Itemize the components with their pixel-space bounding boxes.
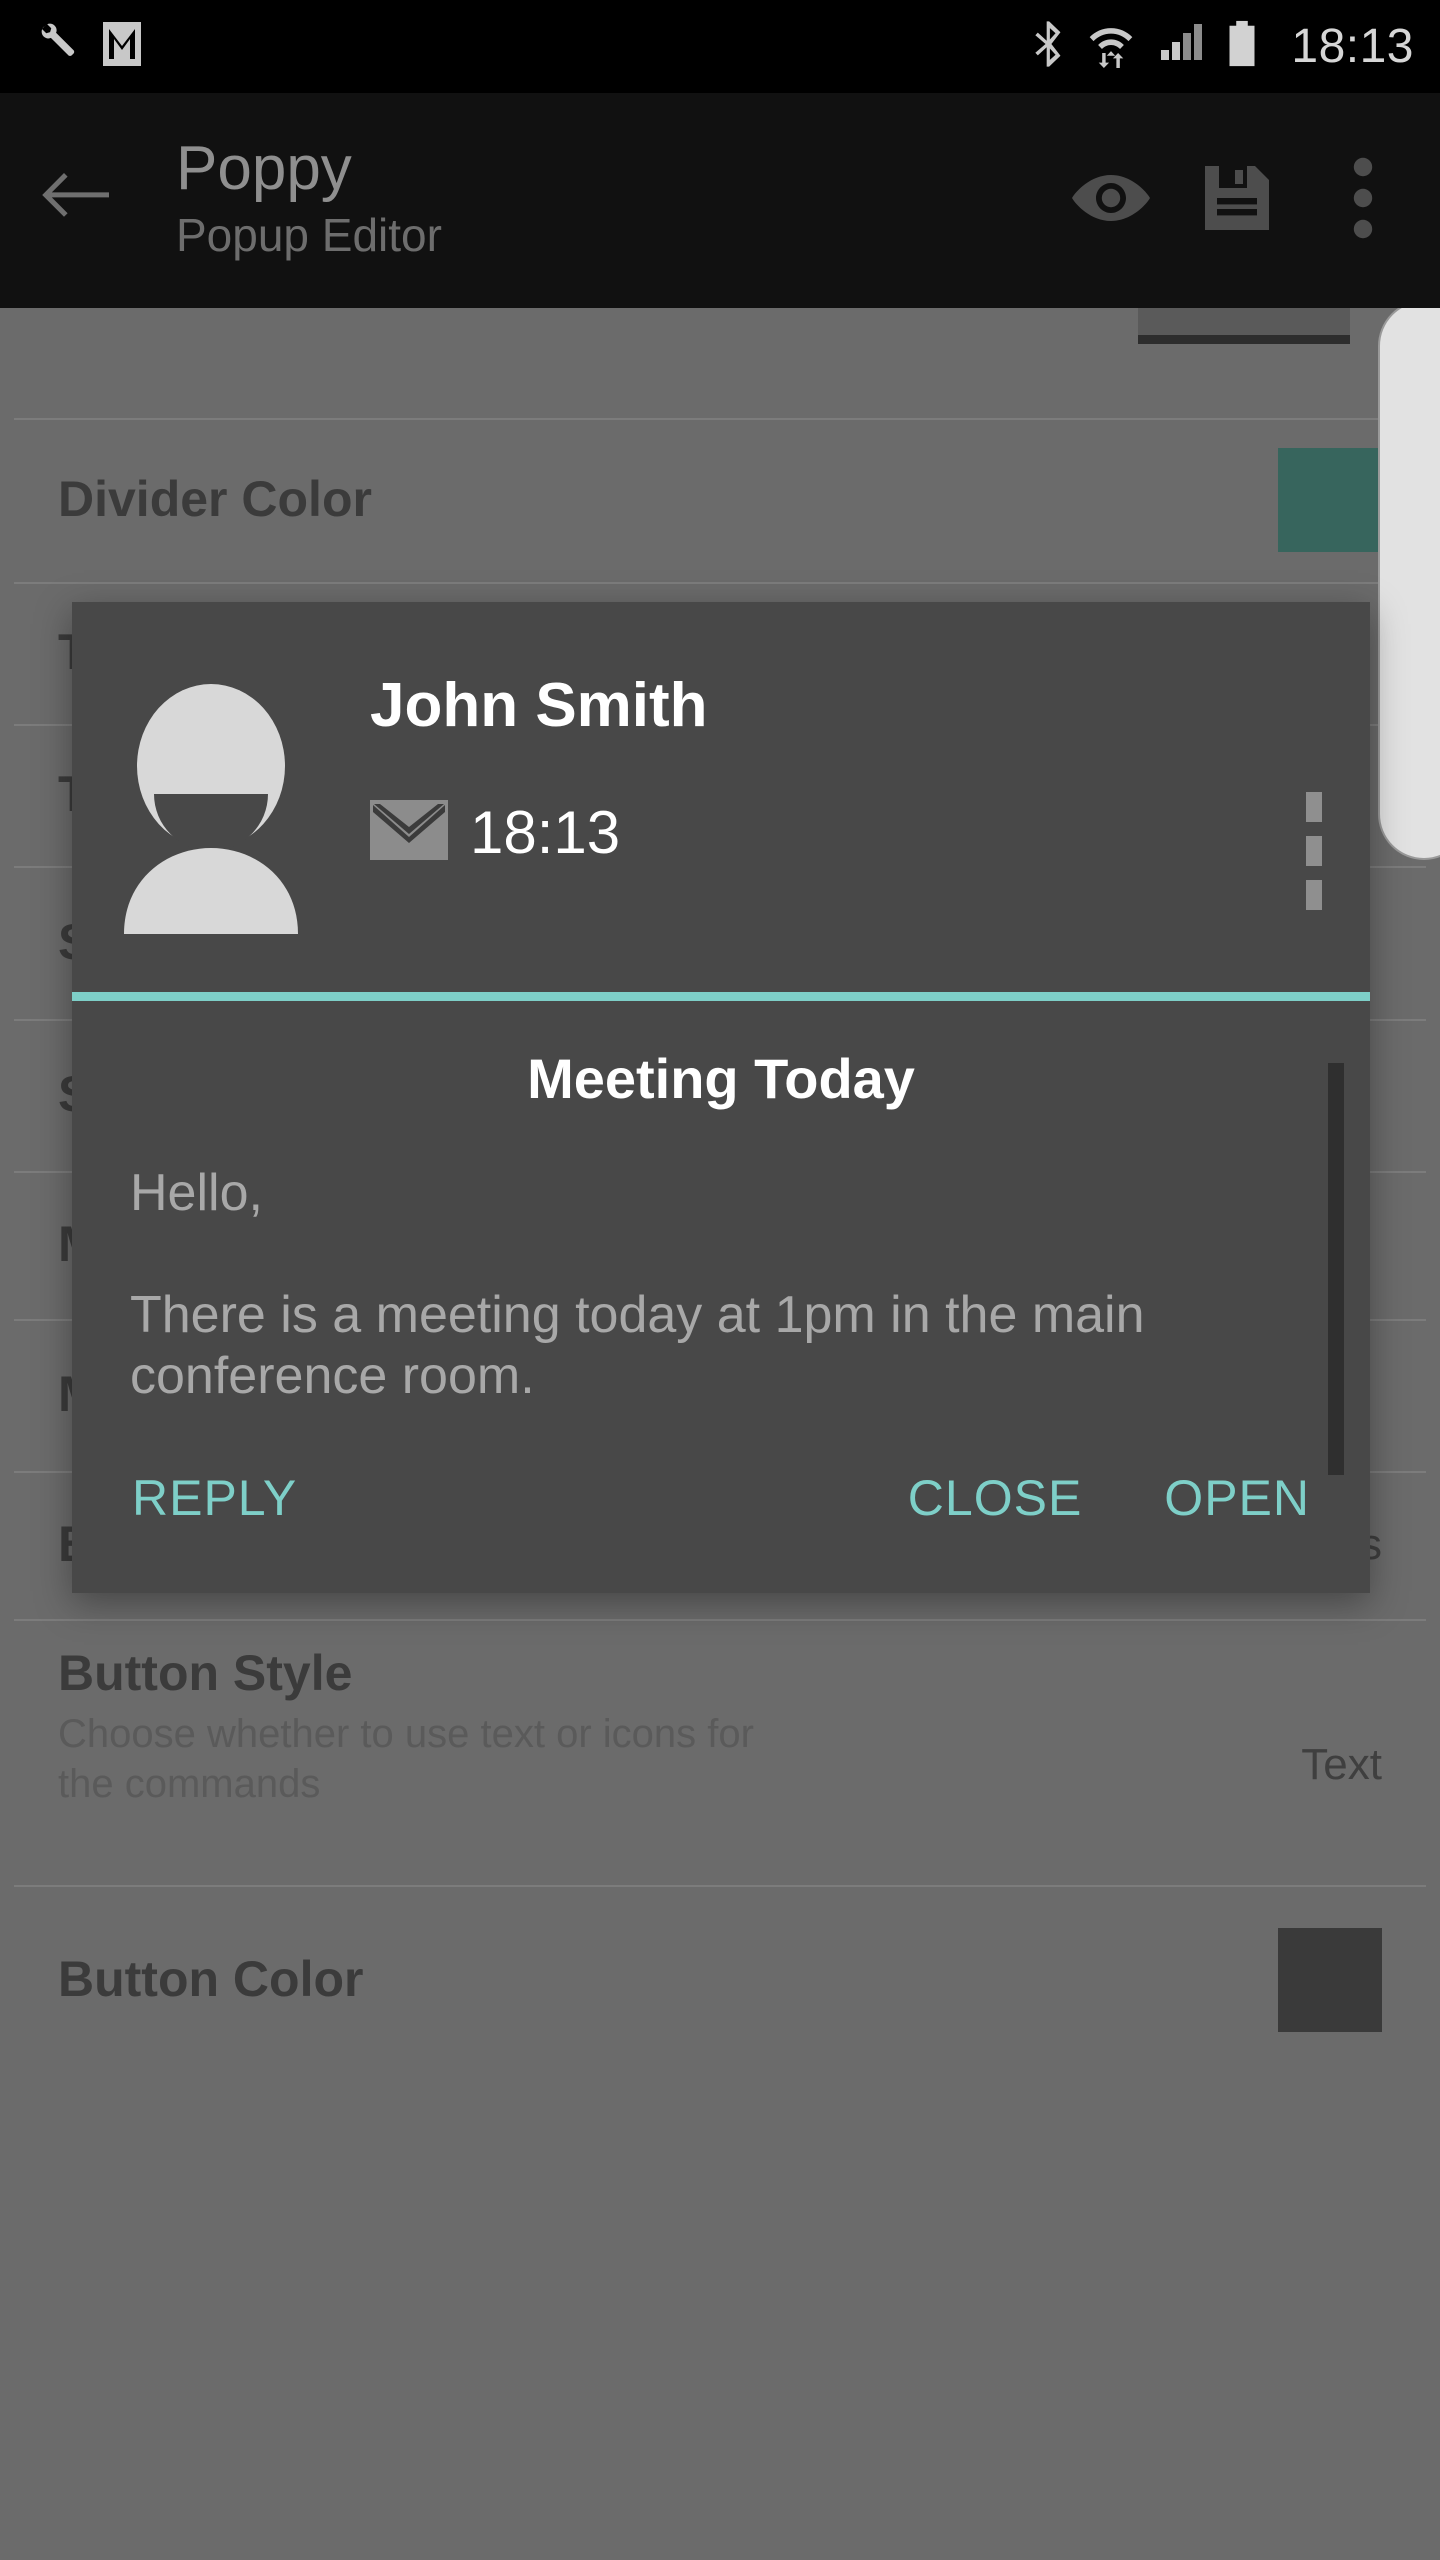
scrollbar-thumb[interactable] bbox=[1328, 1063, 1344, 1475]
page-title: Poppy bbox=[176, 134, 352, 204]
setting-label-wrap: Divider Color bbox=[58, 418, 1278, 582]
dialog-overflow-menu-button[interactable] bbox=[1306, 792, 1322, 910]
back-button[interactable] bbox=[0, 93, 150, 308]
reply-button[interactable]: REPLY bbox=[118, 1459, 311, 1537]
dialog-sender-block: John Smith 18:13 bbox=[356, 636, 1336, 865]
popup-preview-dialog: John Smith 18:13 Meeting Today Hello, Th… bbox=[72, 602, 1370, 1593]
message-scrollbar[interactable] bbox=[1328, 1063, 1344, 1493]
open-button[interactable]: OPEN bbox=[1150, 1459, 1324, 1537]
vertical-dots-icon bbox=[1306, 880, 1322, 910]
setting-title: Divider Color bbox=[58, 471, 372, 528]
message-subject: Meeting Today bbox=[527, 1047, 915, 1110]
save-icon bbox=[1201, 162, 1273, 239]
signal-icon bbox=[1157, 20, 1205, 73]
battery-icon bbox=[1226, 19, 1258, 74]
sender-name: John Smith bbox=[370, 671, 708, 740]
status-bar-notification-icons bbox=[34, 20, 142, 73]
edge-panel-handle bbox=[1378, 300, 1440, 860]
dialog-button-row: REPLY CLOSE OPEN bbox=[72, 1407, 1370, 1593]
phone-screen: 18:13 Poppy Popup Editor Divider Color B… bbox=[0, 0, 1440, 2560]
page-subtitle: Popup Editor bbox=[176, 209, 442, 262]
status-bar-system-icons: 18:13 bbox=[1031, 19, 1414, 74]
bluetooth-icon bbox=[1031, 19, 1065, 74]
app-bar-actions bbox=[1048, 93, 1440, 308]
setting-value: Text bbox=[1301, 1740, 1382, 1789]
list-item-button-color[interactable]: Button Color bbox=[0, 1885, 1440, 2075]
list-item[interactable] bbox=[0, 246, 1440, 418]
status-bar: 18:13 bbox=[0, 0, 1440, 93]
dialog-body: Meeting Today Hello, There is a meeting … bbox=[72, 1001, 1370, 1475]
wrench-icon bbox=[34, 21, 80, 72]
message-body: Hello, There is a meeting today at 1pm i… bbox=[130, 1164, 1145, 1405]
dialog-header: John Smith 18:13 bbox=[72, 602, 1370, 992]
gmail-icon bbox=[102, 20, 142, 73]
preview-button[interactable] bbox=[1048, 93, 1174, 308]
overflow-menu-icon bbox=[1353, 157, 1373, 244]
row-separator bbox=[14, 1885, 1426, 1887]
status-bar-clock: 18:13 bbox=[1291, 20, 1414, 73]
avatar bbox=[106, 684, 356, 934]
setting-label-wrap: Button Color bbox=[58, 1885, 1278, 2075]
dialog-button-group-right: CLOSE OPEN bbox=[894, 1459, 1324, 1537]
app-bar: Poppy Popup Editor bbox=[0, 93, 1440, 308]
row-separator bbox=[14, 582, 1426, 584]
list-item-divider-color[interactable]: Divider Color bbox=[0, 418, 1440, 582]
overflow-menu-button[interactable] bbox=[1300, 93, 1426, 308]
setting-description: Choose whether to use text or icons for … bbox=[58, 1711, 754, 1806]
preview-eye-icon bbox=[1069, 169, 1153, 232]
row-separator bbox=[14, 418, 1426, 420]
setting-title: Button Color bbox=[58, 1951, 364, 2008]
divider-color-swatch[interactable] bbox=[1278, 448, 1382, 552]
envelope-icon bbox=[370, 800, 448, 865]
vertical-dots-icon bbox=[1306, 836, 1322, 866]
dialog-accent-divider bbox=[72, 992, 1370, 1001]
setting-label-wrap: Button Style Choose whether to use text … bbox=[58, 1645, 1301, 1809]
button-color-swatch[interactable] bbox=[1278, 1928, 1382, 2032]
dialog-meta: 18:13 bbox=[370, 800, 1336, 865]
row-separator bbox=[14, 1619, 1426, 1621]
app-bar-titles: Poppy Popup Editor bbox=[150, 136, 1048, 265]
back-arrow-icon bbox=[37, 167, 113, 234]
message-time: 18:13 bbox=[470, 798, 621, 866]
setting-title: Button Style bbox=[58, 1645, 353, 1701]
list-item-button-style[interactable]: Button Style Choose whether to use text … bbox=[0, 1619, 1440, 1885]
wifi-data-icon bbox=[1086, 20, 1136, 73]
save-button[interactable] bbox=[1174, 93, 1300, 308]
vertical-dots-icon bbox=[1306, 792, 1322, 822]
close-button[interactable]: CLOSE bbox=[894, 1459, 1097, 1537]
